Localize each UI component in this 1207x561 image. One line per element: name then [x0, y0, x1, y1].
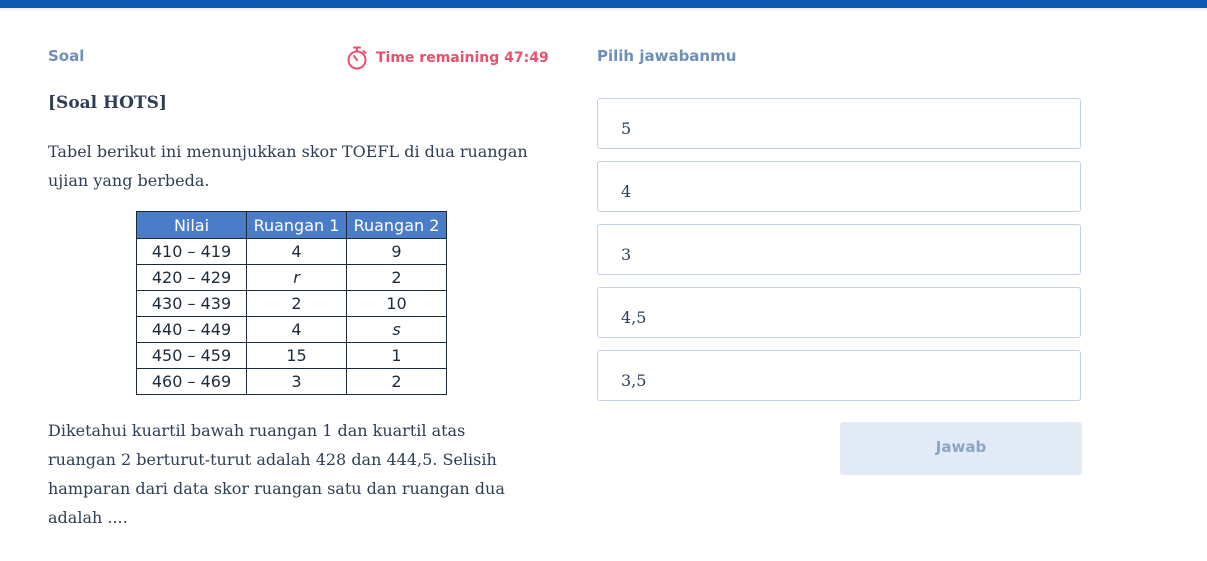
answer-option-label: 4,5	[621, 308, 647, 327]
answer-option-label: 4	[621, 182, 632, 201]
submit-answer-button[interactable]: Jawab	[840, 422, 1082, 475]
table-cell: 450 – 459	[136, 342, 247, 369]
answer-label: Pilih jawabanmu	[597, 47, 737, 65]
table-cell: 1	[346, 342, 447, 369]
question-prompt: Diketahui kuartil bawah ruangan 1 dan ku…	[48, 421, 505, 527]
answer-option[interactable]: 5	[597, 98, 1081, 149]
table-cell: 3	[246, 368, 347, 395]
score-table: Nilai Ruangan 1 Ruangan 2 410 – 419 4 9 …	[136, 211, 447, 395]
table-cell: 2	[246, 290, 347, 317]
table-cell-variable: r	[246, 264, 347, 291]
top-bar-shadow	[0, 8, 1207, 12]
table-row: 450 – 459 15 1	[136, 342, 447, 369]
table-row: 440 – 449 4 s	[136, 316, 447, 343]
soal-label: Soal	[48, 47, 85, 65]
table-cell: 10	[346, 290, 447, 317]
stopwatch-icon	[347, 46, 367, 70]
answer-option-label: 3,5	[621, 371, 647, 390]
table-header-cell: Ruangan 2	[346, 211, 447, 239]
table-row: 420 – 429 r 2	[136, 264, 447, 291]
table-cell: 2	[346, 264, 447, 291]
table-header-cell: Ruangan 1	[246, 211, 347, 239]
table-cell: 4	[246, 316, 347, 343]
table-cell: 430 – 439	[136, 290, 247, 317]
table-cell: 2	[346, 368, 447, 395]
top-accent-bar	[0, 0, 1207, 8]
table-row: 460 – 469 3 2	[136, 368, 447, 395]
table-cell: 460 – 469	[136, 368, 247, 395]
table-cell: 4	[246, 238, 347, 265]
table-header-cell: Nilai	[136, 211, 247, 239]
question-intro: Tabel berikut ini menunjukkan skor TOEFL…	[48, 142, 528, 190]
timer-text: Time remaining 47:49	[376, 50, 549, 66]
table-cell: 420 – 429	[136, 264, 247, 291]
table-cell: 15	[246, 342, 347, 369]
table-row: 410 – 419 4 9	[136, 238, 447, 265]
answer-option[interactable]: 4,5	[597, 287, 1081, 338]
answer-option-label: 3	[621, 245, 632, 264]
table-row: 430 – 439 2 10	[136, 290, 447, 317]
table-cell-variable: s	[346, 316, 447, 343]
table-cell: 9	[346, 238, 447, 265]
table-cell: 440 – 449	[136, 316, 247, 343]
question-title: [Soal HOTS]	[48, 93, 167, 113]
timer: Time remaining 47:49	[346, 46, 549, 70]
table-cell: 410 – 419	[136, 238, 247, 265]
answer-option[interactable]: 3,5	[597, 350, 1081, 401]
answer-option[interactable]: 4	[597, 161, 1081, 212]
table-header-row: Nilai Ruangan 1 Ruangan 2	[136, 211, 447, 239]
answer-option[interactable]: 3	[597, 224, 1081, 275]
answer-option-label: 5	[621, 119, 632, 138]
